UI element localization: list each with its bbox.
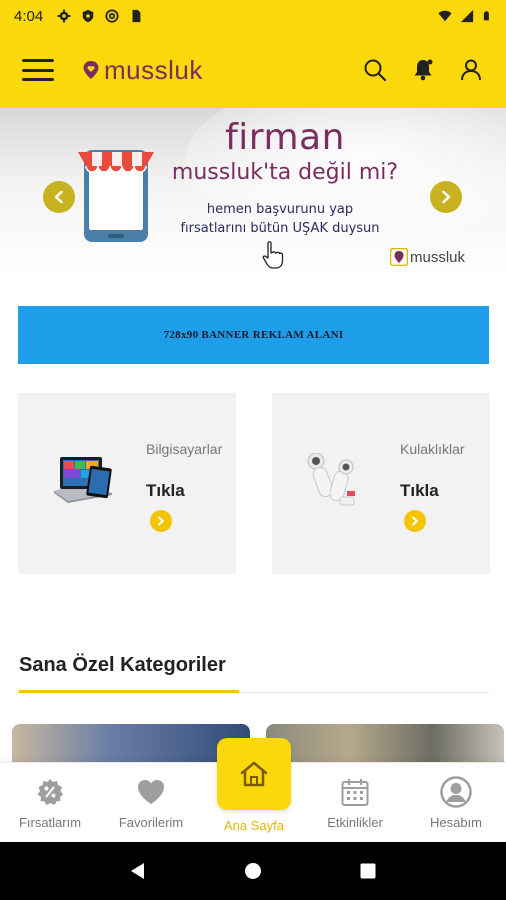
account-icon (439, 775, 473, 809)
back-icon (130, 863, 144, 879)
logo-text: mussluk (104, 54, 203, 85)
location-pin-icon (83, 61, 99, 79)
heart-icon (134, 775, 168, 809)
hero-line-2: fırsatlarını bütün UŞAK duysun (180, 221, 380, 236)
recents-icon (360, 863, 376, 879)
search-icon (364, 59, 387, 82)
category-cta: Tıkla (146, 481, 185, 500)
sim-icon (132, 9, 141, 23)
hero-slider[interactable]: firman mussluk'ta değil mi? hemen başvur… (0, 108, 506, 280)
nav-label: Fırsatlarım (18, 815, 82, 830)
app-actions (362, 57, 484, 83)
bell-icon (414, 59, 433, 81)
category-go-button[interactable] (150, 510, 172, 532)
chevron-right-icon (412, 516, 418, 526)
hero-subtitle: hemen başvurunu yap fırsatlarını bütün U… (160, 200, 400, 238)
system-home-button[interactable] (241, 859, 265, 883)
system-back-button[interactable] (126, 859, 150, 883)
battery-icon (483, 11, 489, 21)
home-circle-icon (244, 863, 261, 879)
shield-icon (82, 9, 94, 23)
category-cta: Tıkla (400, 481, 439, 500)
nav-label: Etkinlikler (327, 815, 383, 830)
hand-cursor-icon (262, 241, 284, 269)
system-recents-button[interactable] (356, 859, 380, 883)
section-title: Sana Özel Kategoriler (19, 654, 226, 676)
account-button[interactable] (458, 57, 484, 83)
hero-question: mussluk'ta değil mi? (171, 160, 399, 185)
home-icon (240, 761, 268, 787)
category-go-button[interactable] (404, 510, 426, 532)
nav-label: Hesabım (429, 815, 483, 830)
chevron-right-icon (158, 516, 164, 526)
nav-label: Favorilerim (118, 815, 184, 830)
hero-headline: firman mussluk'ta değil mi? (160, 118, 410, 186)
banner-ad[interactable]: 728x90 BANNER REKLAM ALANI (18, 306, 489, 364)
hero-brand: firman (225, 117, 345, 158)
wifi-icon (438, 10, 452, 22)
hero-line-1: hemen başvurunu yap (206, 202, 354, 217)
discount-icon (33, 775, 67, 809)
hero-next-button[interactable] (430, 181, 462, 213)
special-category-thumbnail[interactable] (12, 724, 250, 764)
category-name: Kulaklıklar (400, 441, 465, 457)
category-card-headphones[interactable]: Kulaklıklar Tıkla (272, 393, 490, 574)
search-button[interactable] (362, 57, 388, 83)
chevron-left-icon (54, 190, 63, 204)
menu-button[interactable] (22, 59, 54, 81)
special-category-thumbnail[interactable] (266, 724, 504, 764)
signal-icon (460, 9, 474, 23)
category-name: Bilgisayarlar (146, 441, 223, 457)
user-icon (461, 59, 481, 81)
category-card-computers[interactable]: Bilgisayarlar Tıkla (18, 393, 236, 574)
nav-item-favorilerim[interactable]: Favorilerim (101, 763, 201, 843)
status-icons-left (57, 9, 143, 23)
hero-prev-button[interactable] (43, 181, 75, 213)
app-logo[interactable]: mussluk (82, 55, 203, 86)
app-bar: mussluk (0, 32, 506, 108)
banner-ad-text: 728x90 BANNER REKLAM ALANI (163, 329, 344, 341)
at-icon (105, 9, 119, 23)
status-bar: 4:04 (0, 0, 506, 32)
menu-line (22, 78, 54, 81)
earbuds-image (307, 453, 355, 506)
nav-label-active: Ana Sayfa (224, 818, 284, 833)
status-icons-right (438, 9, 492, 23)
chevron-right-icon (442, 190, 451, 204)
nav-item-firsatlarim[interactable]: Fırsatlarım (0, 763, 100, 843)
calendar-icon (338, 775, 372, 809)
settings-icon (57, 9, 71, 23)
nav-item-hesabim[interactable]: Hesabım (406, 763, 506, 843)
hero-logo-small: mussluk (390, 248, 465, 266)
section-accent-underline (19, 690, 239, 693)
location-pin-icon (390, 248, 408, 266)
hero-logo-text: mussluk (410, 248, 466, 266)
menu-line (22, 59, 54, 62)
shop-phone-illustration (78, 150, 154, 242)
system-navigation-bar (0, 842, 506, 900)
nav-item-ana-sayfa[interactable] (217, 738, 291, 810)
nav-item-etkinlikler[interactable]: Etkinlikler (305, 763, 405, 843)
status-time: 4:04 (14, 7, 44, 25)
menu-line (22, 68, 54, 72)
notifications-button[interactable] (410, 57, 436, 83)
laptop-image (54, 457, 112, 503)
